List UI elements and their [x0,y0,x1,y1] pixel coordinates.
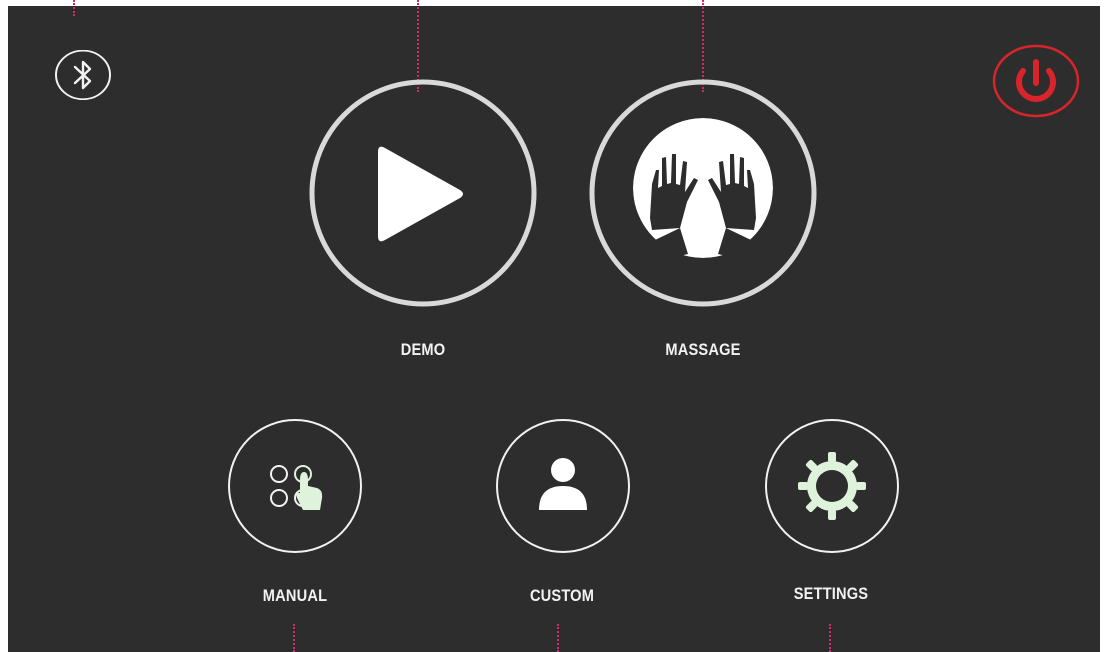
annotation-line-manual [293,624,295,652]
play-icon [309,79,537,307]
custom-label: CUSTOM [529,586,595,605]
annotation-line-settings [829,624,831,652]
gear-icon [765,419,899,553]
custom-button[interactable] [495,418,631,554]
demo-button[interactable] [308,78,538,308]
control-panel [8,6,1100,652]
annotation-line-custom [557,624,559,652]
massage-button[interactable] [588,78,818,308]
demo-label: DEMO [400,340,446,359]
hands-icon [589,79,817,307]
user-icon [496,419,630,553]
manual-button[interactable] [227,418,363,554]
annotation-line-bluetooth [73,0,75,16]
power-icon [992,44,1080,118]
settings-button[interactable] [764,418,900,554]
touch-select-icon [228,419,362,553]
bluetooth-icon [55,50,111,100]
bluetooth-button[interactable] [54,50,112,100]
power-button[interactable] [992,44,1080,118]
massage-label: MASSAGE [665,340,741,359]
settings-label: SETTINGS [793,584,869,603]
manual-label: MANUAL [262,586,328,605]
